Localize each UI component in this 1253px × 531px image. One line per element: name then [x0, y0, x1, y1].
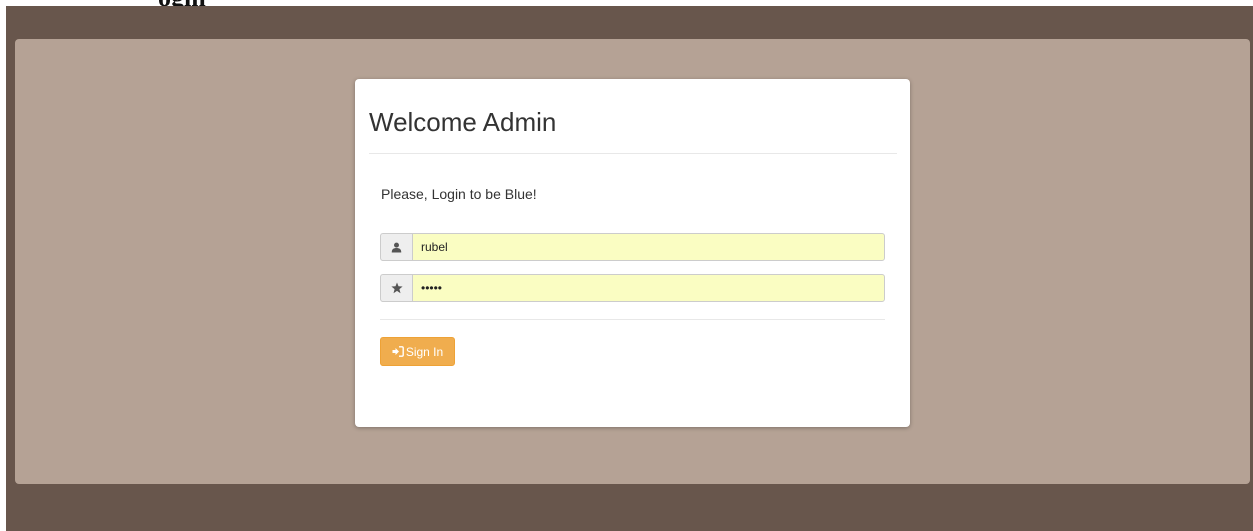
password-group: [380, 274, 885, 302]
user-icon: [380, 233, 412, 261]
username-input[interactable]: [412, 233, 885, 261]
star-icon: [380, 274, 412, 302]
title-divider: [369, 153, 897, 154]
sign-in-label: Sign In: [405, 344, 444, 359]
page: ogin Welcome Admin Please, Login to be B…: [0, 0, 1253, 531]
sign-in-button[interactable]: Sign In: [380, 337, 455, 366]
form-divider: [380, 319, 885, 320]
login-title: Welcome Admin: [369, 107, 557, 137]
sign-in-icon: [392, 346, 404, 357]
login-intro-text: Please, Login to be Blue!: [381, 186, 537, 202]
password-input[interactable]: [412, 274, 885, 302]
username-group: [380, 233, 885, 261]
login-card: Welcome Admin Please, Login to be Blue!: [355, 79, 910, 427]
